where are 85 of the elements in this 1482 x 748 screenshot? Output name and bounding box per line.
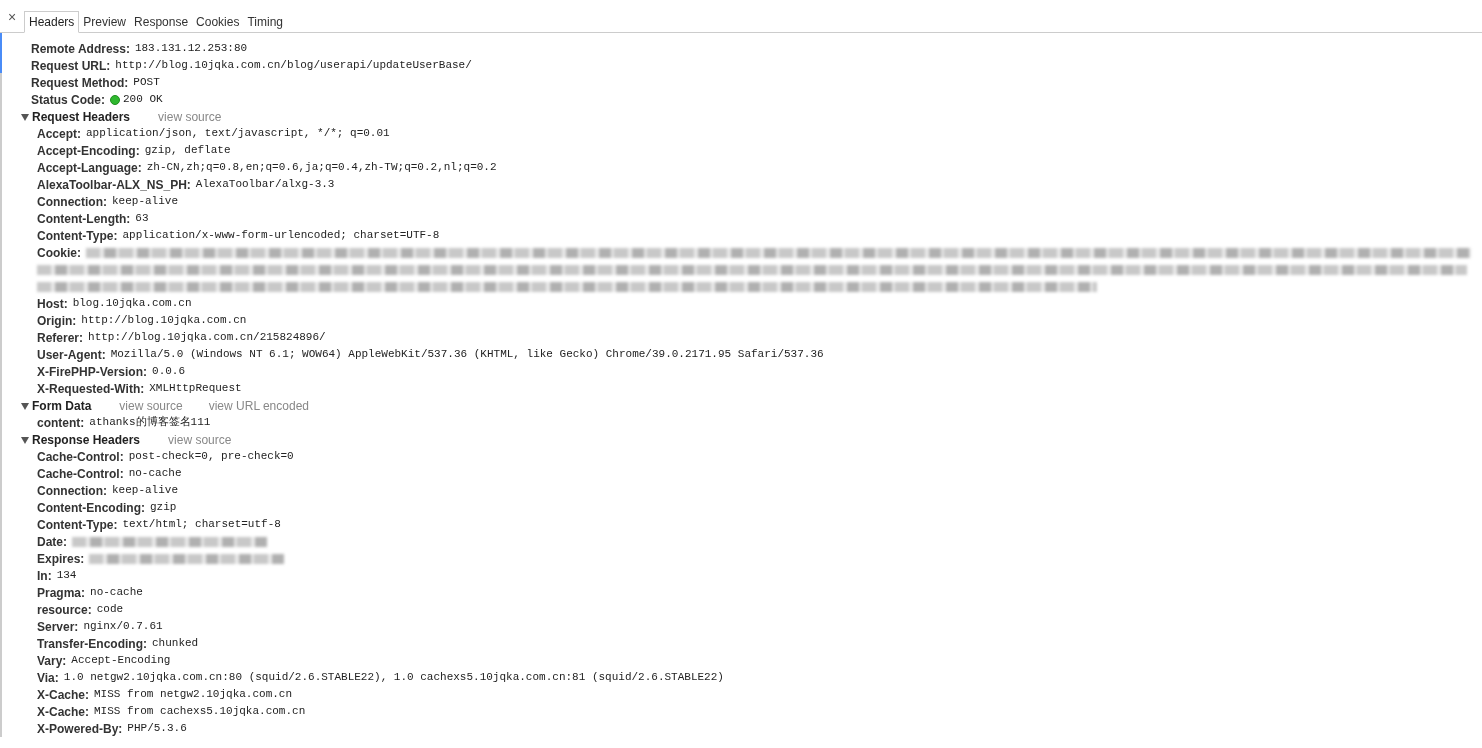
header-value: chunked — [152, 636, 199, 652]
tab[interactable]: Preview — [79, 11, 131, 33]
header-value: no-cache — [90, 585, 143, 601]
header-name: Connection: — [37, 482, 107, 500]
header-name: In: — [37, 567, 52, 585]
view-link[interactable]: view URL encoded — [208, 396, 309, 415]
section-title[interactable]: Form Data — [32, 396, 92, 415]
header-value: text/html; charset=utf-8 — [122, 517, 281, 533]
header-name: User-Agent: — [37, 346, 106, 364]
header-value: blog.10jqka.com.cn — [72, 296, 192, 312]
header-name: Accept: — [37, 125, 81, 143]
header-name: X-Cache: — [37, 686, 89, 704]
header-name: X-Powered-By: — [37, 720, 123, 738]
header-name: X-Cache: — [37, 703, 89, 721]
header-name: Host: — [37, 295, 68, 313]
tab[interactable]: Cookies — [192, 11, 244, 33]
header-value: 134 — [56, 568, 77, 584]
header-value: 183.131.12.253:80 — [134, 41, 248, 57]
header-value: application/x-www-form-urlencoded; charset=UTF-8 — [122, 228, 440, 244]
header-value: nginx/0.7.61 — [83, 619, 163, 635]
header-name: Content-Encoding: — [37, 499, 145, 517]
header-value: keep-alive — [112, 194, 178, 210]
header-name: Pragma: — [37, 584, 86, 602]
header-name: X-FirePHP-Version: — [37, 363, 148, 381]
header-value: 1.0 netgw2.10jqka.com.cn:80 (squid/2.6.STABLE22), 1.0 cachexs5.10jqka.com.cn:81 (squid/2.6.STABLE22) — [63, 670, 724, 686]
tab[interactable]: Headers — [24, 11, 80, 33]
header-value: no-cache — [128, 466, 182, 482]
expanded-triangle-icon[interactable] — [21, 435, 29, 444]
header-value: POST — [133, 75, 160, 91]
header-name: Content-Type: — [37, 227, 118, 245]
header-name: Cache-Control: — [37, 448, 124, 466]
header-value: 63 — [135, 211, 149, 227]
header-value: MISS from netgw2.10jqka.com.cn — [94, 687, 293, 703]
header-name: Cache-Control: — [37, 465, 124, 483]
header-name: Transfer-Encoding: — [37, 635, 147, 653]
header-name: resource: — [37, 601, 92, 619]
header-name: Vary: — [37, 652, 67, 670]
header-name: Connection: — [37, 193, 107, 211]
header-name: Accept-Language: — [37, 159, 142, 177]
header-value: keep-alive — [112, 483, 178, 499]
header-name: Remote Address: — [31, 40, 130, 58]
section-title[interactable]: Request Headers — [32, 107, 131, 126]
header-name: content: — [37, 414, 85, 432]
header-value: 200 OK — [123, 92, 163, 108]
header-name: Accept-Encoding: — [37, 142, 140, 160]
header-name: AlexaToolbar-ALX_NS_PH: — [37, 176, 191, 194]
expanded-triangle-icon[interactable] — [21, 401, 29, 410]
header-name: Cookie: — [37, 244, 81, 262]
header-name: Referer: — [37, 329, 84, 347]
header-value: zh-CN,zh;q=0.8,en;q=0.6,ja;q=0.4,zh-TW;q=0.2,nl;q=0.2 — [146, 160, 497, 176]
header-name: X-Requested-With: — [37, 380, 145, 398]
tab[interactable]: Timing — [243, 11, 287, 33]
section-title[interactable]: Response Headers — [32, 430, 141, 449]
header-value: Mozilla/5.0 (Windows NT 6.1; WOW64) AppleWebKit/537.36 (KHTML, like Gecko) Chrome/39.0.2171.95 Safari/537.36 — [110, 347, 824, 363]
header-name: Content-Length: — [37, 210, 131, 228]
header-value: PHP/5.3.6 — [127, 721, 187, 737]
header-value: gzip, deflate — [144, 143, 231, 159]
header-value: http://blog.10jqka.com.cn — [81, 313, 247, 329]
header-value: http://blog.10jqka.com.cn/215824896/ — [88, 330, 326, 346]
header-value: AlexaToolbar/alxg-3.3 — [195, 177, 335, 193]
close-button[interactable]: × — [4, 6, 20, 28]
header-value: MISS from cachexs5.10jqka.com.cn — [94, 704, 306, 720]
header-value: athanks的博客签名111 — [89, 415, 211, 431]
header-name: Via: — [37, 669, 59, 687]
tab[interactable]: Response — [130, 11, 193, 33]
header-value: http://blog.10jqka.com.cn/blog/userapi/updateUserBase/ — [115, 58, 472, 74]
header-name: Status Code: — [31, 91, 105, 109]
header-value: XMLHttpRequest — [149, 381, 242, 397]
header-value: code — [96, 602, 124, 618]
view-link[interactable]: view source — [119, 396, 183, 415]
header-value: application/json, text/javascript, */*; q=0.01 — [86, 126, 390, 142]
header-value: post-check=0, pre-check=0 — [128, 449, 294, 465]
header-name: Content-Type: — [37, 516, 118, 534]
expanded-triangle-icon[interactable] — [21, 112, 29, 121]
view-link[interactable]: view source — [158, 107, 222, 126]
header-value: Accept-Encoding — [71, 653, 171, 669]
header-name: Request URL: — [31, 57, 111, 75]
header-name: Expires: — [37, 550, 85, 568]
header-name: Server: — [37, 618, 79, 636]
header-value: gzip — [150, 500, 177, 516]
header-name: Origin: — [37, 312, 77, 330]
header-name: Request Method: — [31, 74, 129, 92]
header-name: Date: — [37, 533, 67, 551]
header-value: 0.0.6 — [152, 364, 186, 380]
view-link[interactable]: view source — [168, 430, 232, 449]
